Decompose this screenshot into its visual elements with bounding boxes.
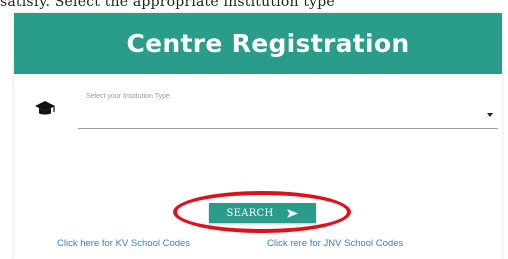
- kv-school-codes-link[interactable]: Click here for KV School Codes: [57, 238, 190, 249]
- institution-type-label: Select your Institution Type: [86, 93, 170, 100]
- graduation-cap-icon: [34, 100, 56, 118]
- search-button-label: SEARCH: [226, 207, 274, 219]
- jnv-school-codes-link[interactable]: Click rere for JNV School Codes: [267, 238, 403, 249]
- dropdown-caret-icon[interactable]: [487, 113, 493, 117]
- institution-type-select[interactable]: [78, 102, 498, 129]
- page-title: Centre Registration: [126, 29, 410, 58]
- cropped-instruction-text: satisfy. Select the appropriate institut…: [0, 0, 335, 10]
- send-arrow-icon: [286, 208, 299, 219]
- search-button[interactable]: SEARCH: [209, 203, 316, 223]
- card-header: Centre Registration: [14, 13, 502, 74]
